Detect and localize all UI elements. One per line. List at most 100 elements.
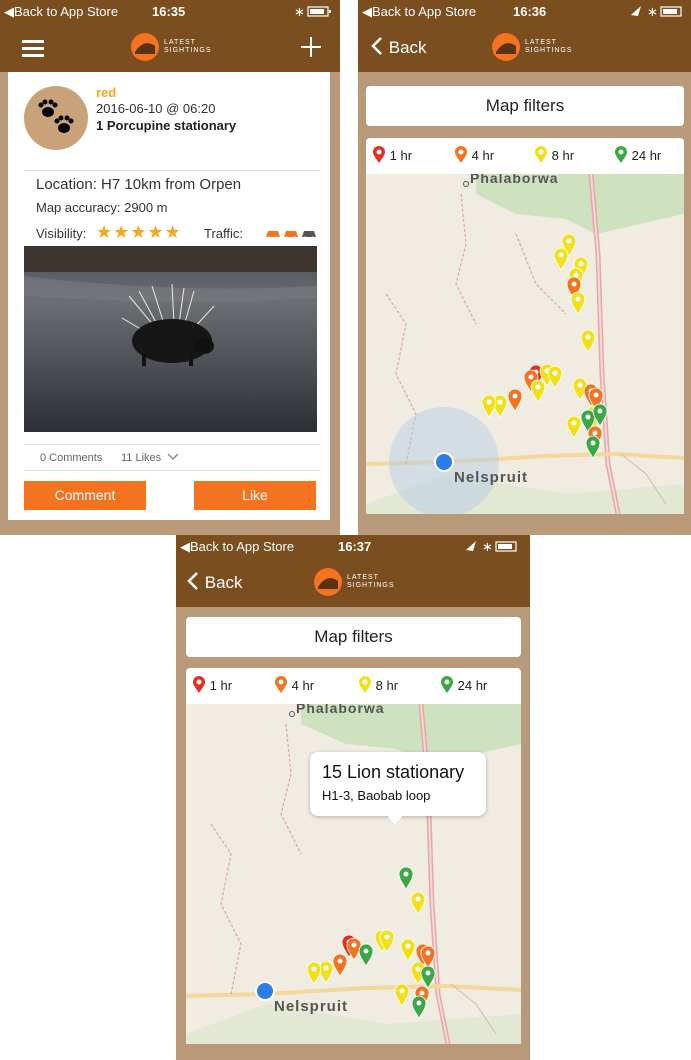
sighting-photo[interactable] bbox=[24, 246, 317, 432]
popup-subtitle: H1-3, Baobab loop bbox=[322, 788, 431, 803]
sighting-pin-dot bbox=[415, 896, 421, 902]
likes-count[interactable]: 11 Likes bbox=[121, 452, 179, 464]
legend-4hr[interactable]: 4 hr bbox=[274, 676, 314, 694]
sighting-pin-dot bbox=[416, 1000, 422, 1006]
sighting-pin[interactable] bbox=[358, 943, 374, 967]
sighting-pin[interactable] bbox=[394, 983, 410, 1007]
back-button[interactable]: Back bbox=[370, 36, 427, 58]
sighting-datetime: 2016-06-10 @ 06:20 bbox=[96, 101, 216, 116]
sighting-pin[interactable] bbox=[566, 415, 582, 439]
back-to-app-store-link[interactable]: ◀Back to App Store bbox=[362, 4, 476, 20]
legend-24hr[interactable]: 24 hr bbox=[440, 676, 487, 694]
logo-text-line2: SIGHTINGS bbox=[164, 47, 212, 54]
sighting-pin-dot bbox=[337, 958, 343, 964]
map-filters-button[interactable]: Map filters bbox=[366, 86, 684, 126]
legend-label: 8 hr bbox=[551, 148, 575, 163]
status-icons: ∗ bbox=[294, 3, 334, 22]
status-time: 16:37 bbox=[338, 539, 372, 554]
legend-8hr[interactable]: 8 hr bbox=[358, 676, 398, 694]
back-to-app-store-link[interactable]: ◀Back to App Store bbox=[4, 4, 118, 20]
divider bbox=[24, 444, 320, 445]
sighting-card: red 2016-06-10 @ 06:20 1 Porcupine stati… bbox=[8, 72, 330, 520]
sighting-pin-dot bbox=[399, 988, 405, 994]
sighting-title: 1 Porcupine stationary bbox=[96, 118, 237, 133]
sightings-map[interactable]: Phalaborwa Nelspruit 15 Lion stationary … bbox=[186, 704, 521, 1044]
sighting-pin[interactable] bbox=[507, 388, 523, 412]
reporter-name[interactable]: red bbox=[96, 85, 116, 100]
comment-button[interactable]: Comment bbox=[24, 481, 146, 510]
back-button[interactable]: Back bbox=[186, 571, 243, 593]
legend-1hr[interactable]: 1 hr bbox=[192, 676, 232, 694]
sighting-pin[interactable] bbox=[400, 938, 416, 962]
svg-text:∗: ∗ bbox=[482, 540, 493, 554]
sighting-pin[interactable] bbox=[410, 891, 426, 915]
status-bar: ◀Back to App Store 16:36 ∗ bbox=[358, 0, 691, 24]
sighting-pin-dot bbox=[486, 399, 492, 405]
sighting-pin[interactable] bbox=[570, 291, 586, 315]
legend-bar: 1 hr 4 hr 8 hr 24 hr bbox=[186, 668, 521, 704]
like-button[interactable]: Like bbox=[194, 481, 316, 510]
sighting-popup[interactable]: 15 Lion stationary H1-3, Baobab loop bbox=[310, 752, 486, 825]
back-to-app-store-link[interactable]: ◀Back to App Store bbox=[180, 539, 294, 555]
sighting-pin-dot bbox=[425, 950, 431, 956]
map-pin-red-icon bbox=[373, 146, 385, 163]
latest-sightings-logo: LATEST SIGHTINGS bbox=[313, 567, 405, 599]
map-pin-orange-icon bbox=[455, 146, 467, 163]
legend-1hr[interactable]: 1 hr bbox=[372, 146, 412, 164]
sighting-pin-dot bbox=[363, 948, 369, 954]
legend-8hr[interactable]: 8 hr bbox=[534, 146, 574, 164]
sighting-pin[interactable] bbox=[553, 247, 569, 271]
svg-text:∗: ∗ bbox=[294, 5, 305, 19]
hamburger-menu-icon[interactable] bbox=[22, 38, 50, 60]
chevron-left-icon bbox=[187, 572, 198, 590]
sighting-pin-dot bbox=[351, 942, 357, 948]
sighting-pin[interactable] bbox=[306, 961, 322, 985]
sighting-pin-dot bbox=[497, 399, 503, 405]
battery-icon: ∗ bbox=[466, 540, 517, 555]
sighting-pin-dot bbox=[558, 252, 564, 258]
map-canvas bbox=[366, 174, 684, 514]
nav-bar: Back LATEST SIGHTINGS bbox=[358, 24, 691, 72]
nav-bar: Back LATEST SIGHTINGS bbox=[176, 559, 530, 607]
sighting-pin[interactable] bbox=[332, 953, 348, 977]
map-pin-orange-icon bbox=[275, 676, 287, 693]
sighting-pin-dot bbox=[405, 943, 411, 949]
sighting-pin[interactable] bbox=[580, 329, 596, 353]
status-time: 16:35 bbox=[152, 4, 186, 19]
sighting-pin[interactable] bbox=[411, 995, 427, 1019]
sighting-pin[interactable] bbox=[530, 379, 546, 403]
add-plus-icon[interactable] bbox=[300, 36, 322, 58]
sighting-pin-dot bbox=[593, 392, 599, 398]
legend-4hr[interactable]: 4 hr bbox=[454, 146, 494, 164]
legend-24hr[interactable]: 24 hr bbox=[614, 146, 661, 164]
comments-count[interactable]: 0 Comments bbox=[40, 452, 102, 464]
legend-label: 1 hr bbox=[209, 678, 233, 693]
town-label-south: Nelspruit bbox=[274, 998, 349, 1015]
sighting-pin[interactable] bbox=[481, 394, 497, 418]
sightings-map[interactable]: Phalaborwa Nelspruit bbox=[366, 174, 684, 514]
map-pin-yellow-icon bbox=[535, 146, 547, 163]
sighting-pin-dot bbox=[566, 238, 572, 244]
town-label-south: Nelspruit bbox=[454, 469, 529, 486]
sighting-pin[interactable] bbox=[318, 960, 334, 984]
sighting-pin[interactable] bbox=[398, 866, 414, 890]
legend-label: 24 hr bbox=[631, 148, 662, 163]
logo-text-line1: LATEST bbox=[164, 39, 196, 46]
sighting-pin-dot bbox=[384, 934, 390, 940]
traffic-cars-icon bbox=[266, 231, 316, 240]
map-filters-label: Map filters bbox=[314, 627, 393, 646]
visibility-stars: ★★★★★ bbox=[96, 222, 182, 243]
map-filters-button[interactable]: Map filters bbox=[186, 617, 521, 657]
sighting-pin-dot bbox=[415, 966, 421, 972]
legend-label: 8 hr bbox=[375, 678, 399, 693]
sighting-pin-dot bbox=[585, 334, 591, 340]
legend-label: 4 hr bbox=[291, 678, 315, 693]
legend-label: 1 hr bbox=[389, 148, 413, 163]
latest-sightings-logo: LATEST SIGHTINGS bbox=[491, 32, 583, 64]
screen-map: ◀Back to App Store 16:36 ∗ Back LATEST S… bbox=[358, 0, 691, 535]
legend-bar: 1 hr 4 hr 8 hr 24 hr bbox=[366, 138, 684, 174]
sighting-pin[interactable] bbox=[547, 365, 563, 389]
map-pin-yellow-icon bbox=[359, 676, 371, 693]
sighting-pin-dot bbox=[425, 970, 431, 976]
screen-sighting-detail: ◀Back to App Store 16:35 ∗ LATEST SIGHTI… bbox=[0, 0, 340, 535]
